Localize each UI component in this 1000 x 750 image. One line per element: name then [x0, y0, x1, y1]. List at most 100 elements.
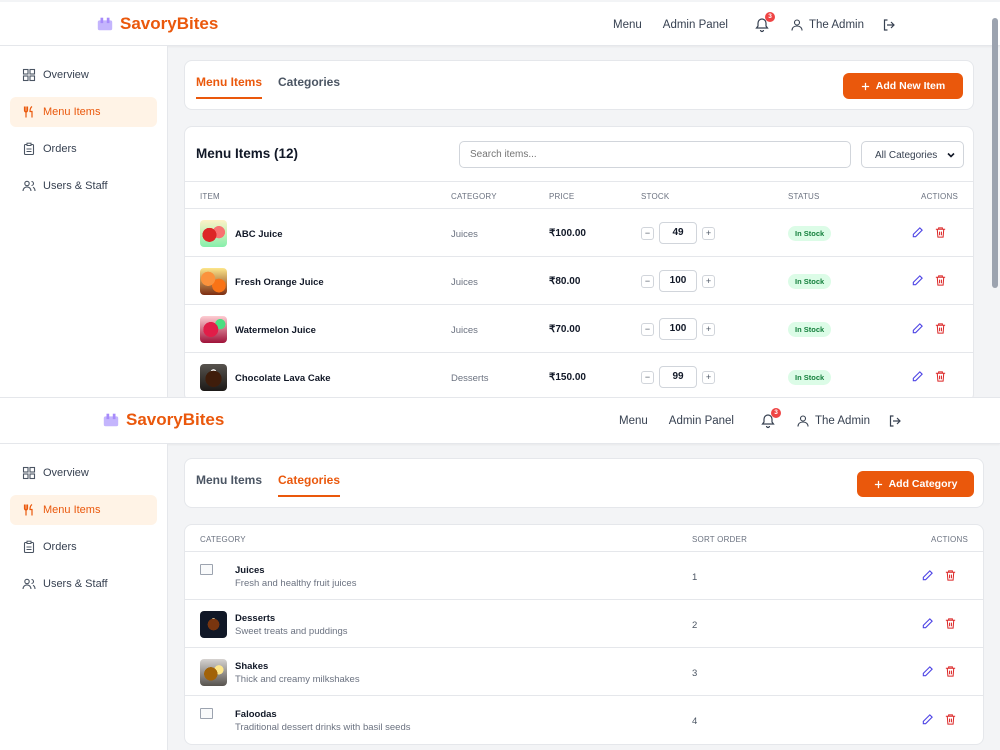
tab-menu-items[interactable]: Menu Items: [196, 75, 263, 99]
search-input[interactable]: [459, 141, 851, 168]
nav-menu-link[interactable]: Menu: [613, 19, 642, 31]
column-header-sort-order: Sort Order: [692, 535, 748, 544]
add-category-label: Add Category: [888, 478, 958, 490]
user-name: The Admin: [815, 415, 870, 427]
trash-icon[interactable]: [944, 713, 957, 726]
decrement-button[interactable]: −: [641, 226, 654, 240]
user-menu[interactable]: The Admin: [796, 414, 870, 428]
logout-icon[interactable]: [888, 414, 902, 428]
sidebar-item-label: Menu Items: [43, 106, 101, 118]
increment-button[interactable]: +: [702, 274, 715, 288]
scrollbar-thumb[interactable]: [992, 18, 998, 288]
status-badge: In Stock: [788, 370, 832, 385]
status-badge: In Stock: [788, 274, 832, 289]
row-actions: [921, 665, 957, 678]
sidebar-item-orders[interactable]: Orders: [10, 134, 157, 164]
trash-icon[interactable]: [934, 274, 947, 287]
add-category-button[interactable]: Add Category: [857, 471, 974, 497]
brand-logo[interactable]: SavoryBites: [96, 14, 218, 34]
category-sort-order: 3: [692, 668, 698, 679]
pencil-icon[interactable]: [921, 713, 934, 726]
brand-name: SavoryBites: [126, 410, 225, 429]
column-header-actions: Actions: [921, 192, 958, 201]
tab-menu-items[interactable]: Menu Items: [196, 473, 262, 495]
sidebar-item-users-staff[interactable]: Users & Staff: [10, 171, 157, 201]
grid-icon: [22, 466, 36, 480]
item-price: ₹70.00: [549, 324, 581, 335]
trash-icon[interactable]: [944, 569, 957, 582]
row-actions: [911, 274, 947, 287]
decrement-button[interactable]: −: [641, 370, 654, 384]
trash-icon[interactable]: [944, 617, 957, 630]
stock-stepper: − 100 +: [641, 318, 715, 340]
add-new-item-button[interactable]: Add New Item: [843, 73, 963, 99]
pencil-icon[interactable]: [911, 322, 924, 335]
category-name: Faloodas: [235, 709, 277, 720]
users-icon: [22, 578, 36, 590]
pencil-icon[interactable]: [921, 569, 934, 582]
sidebar-item-label: Overview: [43, 467, 89, 479]
table-row: Juices Fresh and healthy fruit juices 1: [185, 552, 983, 600]
broken-image-icon: [200, 564, 213, 575]
pencil-icon[interactable]: [921, 617, 934, 630]
table-row: Desserts Sweet treats and puddings 2: [185, 600, 983, 648]
sidebar-item-menu-items[interactable]: Menu Items: [10, 495, 157, 525]
item-price: ₹150.00: [549, 372, 586, 383]
status-badge: In Stock: [788, 226, 832, 241]
tab-categories[interactable]: Categories: [278, 75, 340, 97]
trash-icon[interactable]: [944, 665, 957, 678]
item-name: Watermelon Juice: [235, 325, 316, 336]
item-category: Juices: [451, 229, 478, 240]
increment-button[interactable]: +: [702, 370, 715, 384]
increment-button[interactable]: +: [702, 322, 715, 336]
stock-stepper: − 99 +: [641, 366, 715, 388]
notifications-button[interactable]: 3: [754, 12, 775, 33]
tab-categories[interactable]: Categories: [278, 473, 341, 497]
nav-menu-link[interactable]: Menu: [619, 415, 648, 427]
sidebar-item-users-staff[interactable]: Users & Staff: [10, 569, 157, 599]
sidebar-item-menu-items[interactable]: Menu Items: [10, 97, 157, 127]
stock-quantity[interactable]: 100: [659, 318, 697, 340]
stock-quantity[interactable]: 49: [659, 222, 697, 244]
fork-knife-icon: [23, 106, 33, 118]
row-actions: [921, 617, 957, 630]
stock-quantity[interactable]: 99: [659, 366, 697, 388]
pencil-icon[interactable]: [921, 665, 934, 678]
nav-admin-panel-link[interactable]: Admin Panel: [663, 19, 728, 31]
main-content: Menu Items Categories Add Category Categ…: [184, 458, 984, 745]
category-filter-select[interactable]: All Categories: [861, 141, 964, 168]
category-description: Traditional dessert drinks with basil se…: [235, 722, 411, 733]
sidebar-item-overview[interactable]: Overview: [10, 458, 157, 488]
user-menu[interactable]: The Admin: [790, 18, 864, 32]
add-new-item-label: Add New Item: [875, 80, 946, 92]
brand-name: SavoryBites: [120, 14, 219, 33]
nav-actions: Menu Admin Panel 3 The Admin: [613, 2, 896, 48]
sidebar-item-overview[interactable]: Overview: [10, 60, 157, 90]
trash-icon[interactable]: [934, 370, 947, 383]
logout-icon[interactable]: [882, 18, 896, 32]
trash-icon[interactable]: [934, 226, 947, 239]
item-name: Fresh Orange Juice: [235, 277, 324, 288]
plus-icon: [861, 82, 869, 90]
item-name: Chocolate Lava Cake: [235, 373, 331, 384]
chevron-down-icon: [947, 152, 955, 158]
pencil-icon[interactable]: [911, 370, 924, 383]
notifications-button[interactable]: 3: [760, 408, 781, 429]
decrement-button[interactable]: −: [641, 274, 654, 288]
sidebar-item-orders[interactable]: Orders: [10, 532, 157, 562]
clipboard-icon: [23, 540, 35, 554]
trash-icon[interactable]: [934, 322, 947, 335]
nav-admin-panel-link[interactable]: Admin Panel: [669, 415, 734, 427]
category-description: Thick and creamy milkshakes: [235, 674, 360, 685]
sidebar-item-label: Orders: [43, 541, 77, 553]
decrement-button[interactable]: −: [641, 322, 654, 336]
brand-logo[interactable]: SavoryBites: [102, 410, 224, 430]
pencil-icon[interactable]: [911, 274, 924, 287]
sidebar-item-label: Menu Items: [43, 504, 101, 516]
pencil-icon[interactable]: [911, 226, 924, 239]
stock-quantity[interactable]: 100: [659, 270, 697, 292]
increment-button[interactable]: +: [702, 226, 715, 240]
table-row: Shakes Thick and creamy milkshakes 3: [185, 648, 983, 696]
table-row: Faloodas Traditional dessert drinks with…: [185, 696, 983, 744]
sidebar: Overview Menu Items Orders Users & Staff: [0, 46, 168, 397]
